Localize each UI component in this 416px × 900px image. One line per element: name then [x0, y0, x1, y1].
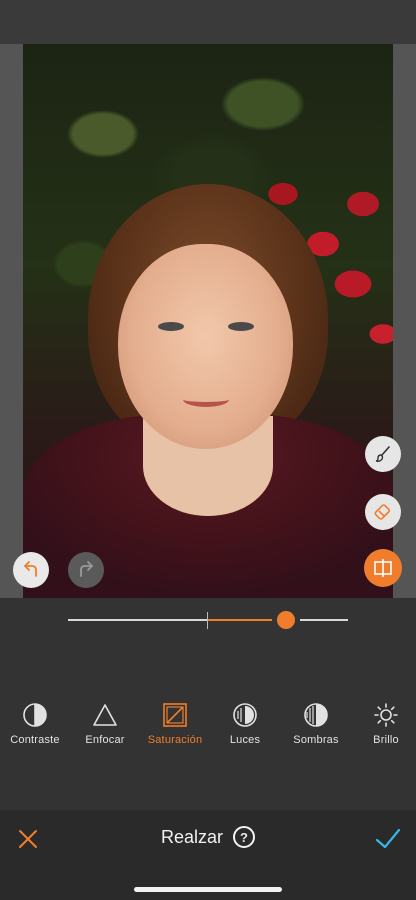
undo-icon — [24, 561, 37, 577]
shadows-icon — [304, 703, 328, 727]
tool-saturation[interactable]: Saturación — [138, 702, 212, 746]
home-indicator — [134, 887, 282, 892]
photo-eye-right — [228, 322, 254, 331]
undo-button[interactable] — [13, 552, 49, 588]
photo-preview — [23, 44, 393, 598]
highlights-icon — [233, 703, 257, 727]
redo-button[interactable] — [68, 552, 104, 588]
tool-label: Brillo — [373, 734, 399, 746]
saturation-icon — [163, 703, 187, 727]
brightness-icon — [374, 703, 398, 727]
tool-label: Contraste — [10, 734, 60, 746]
tool-highlights[interactable]: Luces — [208, 702, 282, 746]
photo-mouth — [183, 392, 229, 407]
slider-knob[interactable] — [277, 611, 296, 629]
redo-icon — [80, 561, 93, 577]
sharpen-icon — [93, 704, 117, 726]
checkmark-icon[interactable] — [374, 826, 402, 852]
tool-label: Sombras — [293, 734, 339, 746]
tool-label: Luces — [229, 734, 261, 746]
photo-eye-left — [158, 322, 184, 331]
tool-brightness[interactable]: Brillo — [349, 702, 416, 746]
contrast-icon — [23, 703, 47, 727]
compare-icon — [374, 559, 392, 577]
status-bar — [0, 0, 416, 44]
canvas-area — [0, 44, 416, 598]
eraser-icon — [374, 504, 391, 520]
eraser-button[interactable] — [365, 494, 401, 530]
brush-icon — [375, 446, 390, 462]
photo-face — [118, 244, 293, 449]
slider-center-tick — [207, 612, 208, 629]
title-group: Realzar ? — [0, 826, 416, 848]
adjustment-slider[interactable] — [68, 611, 348, 629]
tool-contrast[interactable]: Contraste — [0, 702, 72, 746]
help-icon[interactable]: ? — [233, 826, 256, 848]
tool-label: Saturación — [147, 734, 203, 746]
tool-shadows[interactable]: Sombras — [279, 702, 353, 746]
tool-sharpen[interactable]: Enfocar — [68, 702, 142, 746]
screen-title: Realzar — [160, 826, 224, 847]
bottom-action-bar: Realzar ? — [0, 810, 416, 900]
brush-button[interactable] — [365, 436, 401, 472]
compare-button[interactable] — [364, 549, 402, 587]
tool-bar: Contraste Enfocar Saturación Luces Sombr… — [0, 702, 416, 762]
tool-label: Enfocar — [85, 734, 125, 746]
